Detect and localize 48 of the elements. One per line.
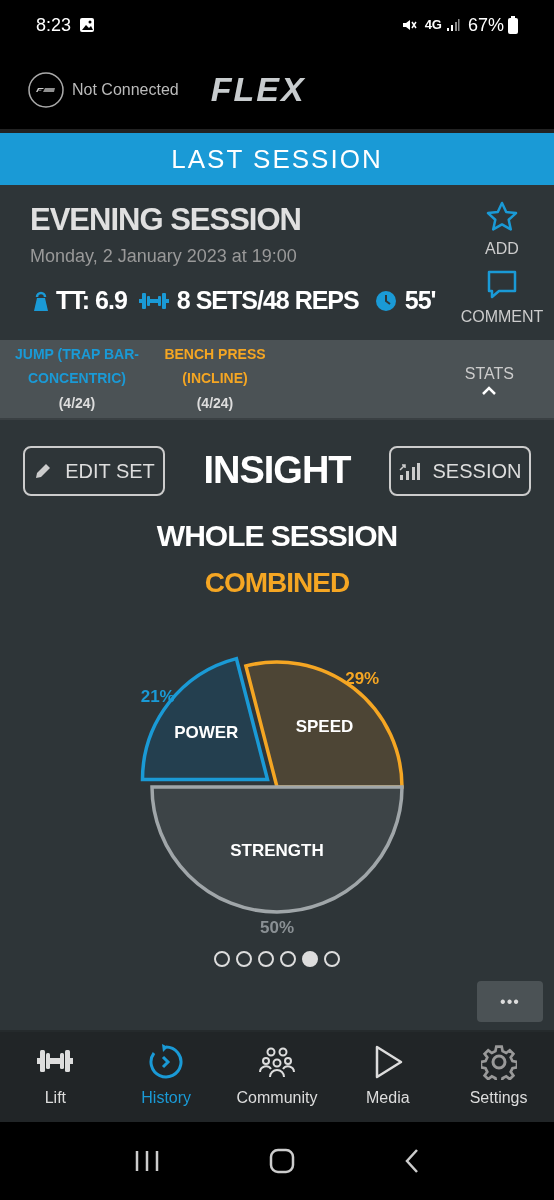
exercise-name[interactable]: BENCH PRESS (INCLINE) bbox=[150, 342, 280, 390]
session-date: Monday, 2 January 2023 at 19:00 bbox=[30, 245, 298, 268]
add-favorite-button[interactable]: ADD bbox=[485, 201, 519, 261]
total-tonnage: TT: 6.9 bbox=[56, 285, 127, 316]
more-button[interactable]: ••• bbox=[477, 981, 543, 1022]
section-title: LAST SESSION bbox=[171, 142, 383, 176]
session-title: EVENING SESSION bbox=[30, 201, 302, 239]
insight-title: INSIGHT bbox=[202, 448, 352, 493]
status-time: 8:23 bbox=[36, 13, 72, 37]
connection-status: Not Connected bbox=[72, 79, 179, 100]
exercise-set-count: (4/24) bbox=[196, 394, 234, 413]
value-label: 50% bbox=[260, 918, 294, 937]
slice-label: SPEED bbox=[295, 716, 354, 736]
history-icon bbox=[148, 1044, 185, 1080]
edit-set-button[interactable]: EDIT SET bbox=[23, 445, 165, 496]
recent-apps-icon bbox=[134, 1149, 161, 1173]
app-logo: FLEX bbox=[210, 69, 306, 110]
back-icon bbox=[403, 1148, 420, 1174]
stats-toggle[interactable]: STATS bbox=[464, 362, 514, 396]
bar-chart-icon bbox=[398, 460, 421, 481]
nav-tab[interactable]: Lift bbox=[0, 1044, 111, 1110]
nav-tab[interactable]: Media bbox=[332, 1044, 444, 1110]
logo-badge-icon bbox=[28, 71, 64, 108]
sets-reps: 8 SETS/48 REPS bbox=[176, 285, 359, 316]
slice-label: POWER bbox=[174, 723, 239, 743]
network-label: 4G bbox=[424, 16, 442, 35]
comment-icon bbox=[486, 269, 518, 301]
exercise-set-count: (4/24) bbox=[58, 394, 96, 413]
battery-icon bbox=[508, 16, 518, 34]
nav-tab[interactable]: History bbox=[110, 1044, 222, 1110]
mute-icon bbox=[400, 17, 417, 33]
settings-icon bbox=[480, 1044, 517, 1080]
chevron-up-icon bbox=[481, 386, 498, 396]
chart-mode: COMBINED bbox=[204, 566, 350, 600]
image-icon bbox=[79, 17, 96, 33]
battery-percent: 67% bbox=[467, 13, 504, 37]
slice-label: STRENGTH bbox=[230, 840, 324, 860]
session-duration: 55' bbox=[404, 285, 436, 316]
nav-tab[interactable]: Settings bbox=[443, 1044, 554, 1110]
chart-subtitle: WHOLE SESSION bbox=[156, 518, 398, 554]
nav-tab[interactable]: Community bbox=[221, 1044, 333, 1110]
comment-button[interactable]: COMMENT bbox=[460, 269, 544, 329]
value-label: 29% bbox=[345, 669, 380, 689]
home-icon bbox=[269, 1148, 295, 1174]
session-button[interactable]: SESSION bbox=[389, 445, 531, 496]
signal-icon bbox=[445, 18, 460, 32]
clock-icon bbox=[374, 289, 397, 312]
star-icon bbox=[486, 201, 518, 233]
